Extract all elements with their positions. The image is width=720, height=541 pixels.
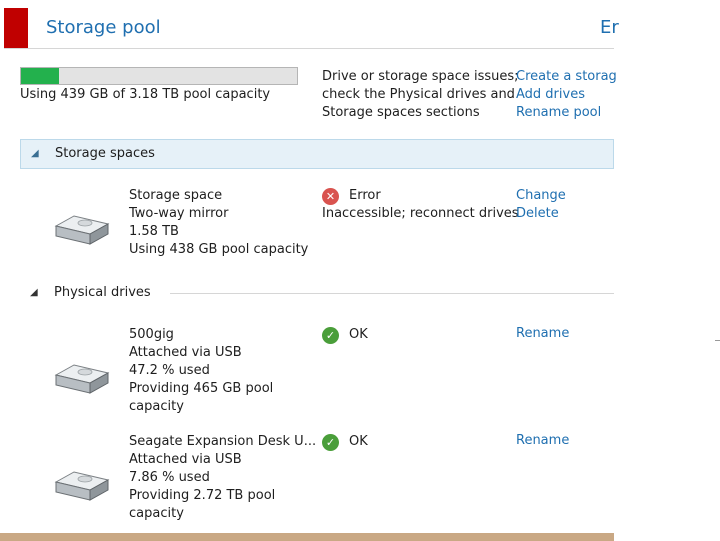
section-divider xyxy=(170,293,614,294)
drive-provided-cont: capacity xyxy=(129,506,184,521)
physical-drives-header[interactable]: ◢ Physical drives xyxy=(20,282,614,306)
storage-space-resiliency: Two-way mirror xyxy=(129,206,229,221)
pool-actions: Create a storag Add drives Rename pool xyxy=(516,68,617,122)
pool-header: Storage pool Er xyxy=(4,8,619,49)
physical-drive-info: 500gig Attached via USB 47.2 % used Prov… xyxy=(129,326,273,416)
rename-drive-link[interactable]: Rename xyxy=(516,326,569,341)
storage-space-actions: Change Delete xyxy=(516,187,566,223)
drive-name: 500gig xyxy=(129,327,174,342)
storage-spaces-title: Storage spaces xyxy=(55,146,155,161)
physical-drive-info: Seagate Expansion Desk U... Attached via… xyxy=(129,433,316,523)
delete-link[interactable]: Delete xyxy=(516,205,566,223)
create-storage-space-link[interactable]: Create a storag xyxy=(516,68,617,86)
drive-usage: 47.2 % used xyxy=(129,363,210,378)
error-icon: ✕ xyxy=(322,188,339,205)
drive-provided: Providing 465 GB pool xyxy=(129,381,274,396)
rename-drive-link[interactable]: Rename xyxy=(516,433,569,448)
pool-capacity-bar xyxy=(20,67,298,85)
status-label: OK xyxy=(349,327,368,342)
drive-usage: 7.86 % used xyxy=(129,470,210,485)
storage-space-size: 1.58 TB xyxy=(129,224,179,239)
storage-space-info: Storage space Two-way mirror 1.58 TB Usi… xyxy=(129,187,308,259)
drive-status: ✓ OK xyxy=(322,433,422,453)
collapse-triangle-icon[interactable]: ◢ xyxy=(30,287,38,298)
drive-name: Seagate Expansion Desk U... xyxy=(129,434,317,449)
collapse-triangle-icon[interactable]: ◢ xyxy=(31,148,39,159)
issue-line: Drive or storage space issues; xyxy=(322,69,519,84)
status-label: Error xyxy=(349,188,381,203)
storage-space-name: Storage space xyxy=(129,188,223,203)
storage-spaces-header[interactable]: ◢ Storage spaces xyxy=(20,139,614,169)
change-link[interactable]: Change xyxy=(516,187,566,205)
drive-icon xyxy=(52,361,110,397)
pool-title: Storage pool xyxy=(46,17,161,38)
status-label: OK xyxy=(349,434,368,449)
pool-issue-message: Drive or storage space issues; check the… xyxy=(322,68,519,122)
drive-connection: Attached via USB xyxy=(129,345,242,360)
storage-space-status-detail: Inaccessible; reconnect drives xyxy=(322,206,519,221)
drive-provided-cont: capacity xyxy=(129,399,184,414)
drive-icon xyxy=(52,468,110,504)
issue-line: check the Physical drives and xyxy=(322,87,515,102)
pool-header-link[interactable]: Er xyxy=(600,17,619,38)
physical-drives-title: Physical drives xyxy=(54,285,157,300)
drive-status: ✓ OK xyxy=(322,326,422,346)
storage-pool-panel: Storage pool Er Using 439 GB of 3.18 TB … xyxy=(0,0,619,541)
storage-space-usage: Using 438 GB pool capacity xyxy=(129,242,309,257)
add-drives-link[interactable]: Add drives xyxy=(516,86,617,104)
window-bottom-border xyxy=(0,533,614,541)
background-mark xyxy=(715,340,720,341)
issue-line: Storage spaces sections xyxy=(322,105,480,120)
pool-capacity-text: Using 439 GB of 3.18 TB pool capacity xyxy=(20,87,271,102)
pool-accent-bar xyxy=(4,8,28,48)
ok-check-icon: ✓ xyxy=(322,327,339,344)
drive-icon xyxy=(52,212,110,248)
ok-check-icon: ✓ xyxy=(322,434,339,451)
drive-connection: Attached via USB xyxy=(129,452,242,467)
rename-pool-link[interactable]: Rename pool xyxy=(516,104,617,122)
pool-capacity-fill xyxy=(21,68,60,84)
drive-provided: Providing 2.72 TB pool xyxy=(129,488,276,503)
